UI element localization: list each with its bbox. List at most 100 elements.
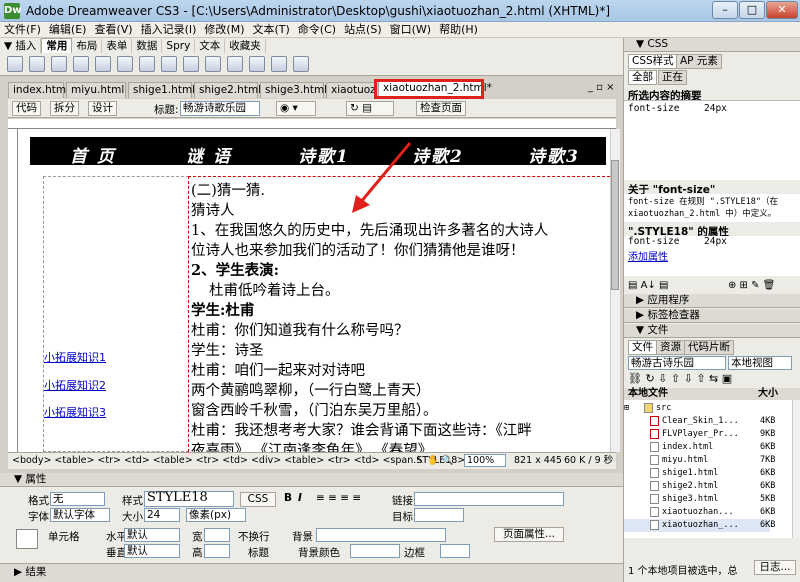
tab-files[interactable]: 文件: [628, 340, 657, 355]
doc-tab-shige3[interactable]: shige3.html: [260, 82, 327, 98]
nowrap-label[interactable]: 不换行: [238, 529, 270, 544]
tab-layout[interactable]: 布局: [72, 39, 103, 53]
scrollbar-thumb[interactable]: [611, 160, 619, 290]
horiz-select[interactable]: 默认: [124, 528, 180, 542]
file-list-scrollbar[interactable]: [792, 400, 800, 538]
head-icon[interactable]: [227, 56, 243, 72]
file-row[interactable]: Clear_Skin_1... 4KB: [624, 415, 775, 428]
app-panel-header[interactable]: ▶ 应用程序: [624, 294, 800, 308]
layer-icon[interactable]: [95, 56, 111, 72]
summary-val[interactable]: 24px: [704, 103, 727, 114]
rule-val[interactable]: 24px: [704, 236, 727, 247]
comment-icon[interactable]: [205, 56, 221, 72]
script-icon[interactable]: [249, 56, 265, 72]
menu-view[interactable]: 查看(V): [90, 22, 136, 38]
template-icon[interactable]: [271, 56, 287, 72]
style-select[interactable]: STYLE18: [144, 491, 234, 507]
css-view-icons[interactable]: ▤ A↓ ▤: [628, 280, 668, 291]
col-size[interactable]: 大小: [758, 388, 778, 400]
nav-home[interactable]: 首 页: [70, 142, 116, 167]
menu-help[interactable]: 帮助(H): [435, 22, 482, 38]
menu-commands[interactable]: 命令(C): [294, 22, 340, 38]
css-button[interactable]: CSS: [240, 492, 276, 507]
tab-insert[interactable]: ▼ 插入: [0, 39, 42, 53]
media-icon[interactable]: [139, 56, 155, 72]
bold-icon[interactable]: B: [284, 492, 292, 504]
align-icons[interactable]: ≡ ≡ ≡ ≡: [316, 492, 361, 504]
page-props-button[interactable]: 页面属性...: [494, 527, 564, 542]
format-select[interactable]: 无: [50, 492, 105, 506]
tab-common[interactable]: 常用: [41, 38, 73, 53]
menu-text[interactable]: 文本(T): [248, 22, 293, 38]
nav-poem2[interactable]: 诗歌2: [412, 142, 464, 167]
tab-spry[interactable]: Spry: [162, 39, 196, 53]
summary-prop[interactable]: font-size: [628, 103, 679, 114]
tab-text[interactable]: 文本: [195, 39, 226, 53]
tab-favorites[interactable]: 收藏夹: [225, 39, 266, 53]
css-action-icons[interactable]: ⊕ ⊞ ✎ 🗑: [728, 280, 775, 291]
properties-header[interactable]: ▼ 属性: [0, 473, 623, 487]
font-select[interactable]: 默认字体: [50, 508, 110, 522]
minimize-button[interactable]: –: [712, 1, 738, 19]
size-select[interactable]: 24: [144, 508, 180, 522]
italic-icon[interactable]: I: [298, 492, 302, 504]
doc-tab-miyu[interactable]: miyu.html: [66, 82, 126, 98]
width-input[interactable]: [204, 528, 230, 542]
header-label[interactable]: 标题: [248, 545, 269, 560]
nav-poem1[interactable]: 诗歌1: [298, 142, 350, 167]
hyperlink-icon[interactable]: [7, 56, 23, 72]
select-tool-icon[interactable]: ↖ ✋ 🔍: [416, 453, 454, 469]
email-link-icon[interactable]: [29, 56, 45, 72]
check-page-button[interactable]: 检查页面: [416, 101, 466, 116]
bg-input[interactable]: [316, 528, 446, 542]
files-panel-header[interactable]: ▼ 文件: [624, 324, 800, 338]
add-property-link[interactable]: 添加属性: [628, 248, 668, 263]
file-row[interactable]: shige1.html 6KB: [624, 467, 775, 480]
file-row-selected[interactable]: xiaotuozhan_... 6KB: [624, 519, 775, 532]
page-title-input[interactable]: 畅游诗歌乐园: [180, 101, 260, 116]
nav-poem3[interactable]: 诗歌3: [528, 142, 580, 167]
border-input[interactable]: [440, 544, 470, 558]
nav-riddle[interactable]: 谜 语: [186, 142, 232, 167]
tab-css-styles[interactable]: CSS样式: [628, 54, 678, 69]
side-link-3[interactable]: 小拓展知识3: [44, 404, 106, 420]
tab-ap-elements[interactable]: AP 元素: [676, 54, 722, 69]
tag-chooser-icon[interactable]: [293, 56, 309, 72]
results-header[interactable]: ▶ 结果: [0, 563, 623, 582]
maximize-button[interactable]: □: [739, 1, 765, 19]
server-include-icon[interactable]: [183, 56, 199, 72]
menu-window[interactable]: 窗口(W): [386, 22, 435, 38]
tab-data[interactable]: 数据: [132, 39, 163, 53]
menu-insert[interactable]: 插入记录(I): [137, 22, 201, 38]
unit-select[interactable]: 像素(px): [186, 508, 246, 522]
tag-selector[interactable]: <body> <table> <tr> <td> <table> <tr> <t…: [12, 453, 465, 469]
window-size[interactable]: 821 x 445: [514, 453, 562, 469]
view-select[interactable]: 本地视图: [728, 356, 792, 370]
doc-tab-index[interactable]: index.html: [8, 82, 69, 98]
tab-snippets[interactable]: 代码片断: [684, 340, 734, 355]
target-select[interactable]: [414, 508, 464, 522]
doc-tab-xiaotuozhan[interactable]: xiaotuozhan.html: [326, 82, 376, 98]
doc-restore-icon[interactable]: _ ▫ ×: [588, 82, 615, 93]
date-icon[interactable]: [161, 56, 177, 72]
side-link-2[interactable]: 小拓展知识2: [44, 377, 106, 393]
link-input[interactable]: [414, 492, 564, 506]
log-button[interactable]: 日志...: [754, 560, 796, 575]
bgcolor-input[interactable]: [350, 544, 400, 558]
code-view-button[interactable]: 代码: [12, 101, 41, 116]
tab-assets[interactable]: 资源: [656, 340, 685, 355]
named-anchor-icon[interactable]: [51, 56, 67, 72]
table-icon[interactable]: [73, 56, 89, 72]
doc-tab-shige2[interactable]: shige2.html: [194, 82, 261, 98]
menu-edit[interactable]: 编辑(E): [45, 22, 91, 38]
menu-modify[interactable]: 修改(M): [200, 22, 248, 38]
design-view-button[interactable]: 设计: [88, 101, 117, 116]
browser-check-icon[interactable]: ◉ ▾: [276, 101, 316, 116]
file-row[interactable]: xiaotuozhan... 6KB: [624, 506, 775, 519]
file-row[interactable]: shige2.html 6KB: [624, 480, 775, 493]
file-row[interactable]: index.html 6KB: [624, 441, 775, 454]
file-row[interactable]: ⊞ src: [624, 402, 770, 415]
tag-inspector-header[interactable]: ▶ 标签检查器: [624, 309, 800, 323]
side-link-1[interactable]: 小拓展知识1: [44, 349, 106, 365]
css-panel-header[interactable]: ▼ CSS: [624, 38, 800, 52]
